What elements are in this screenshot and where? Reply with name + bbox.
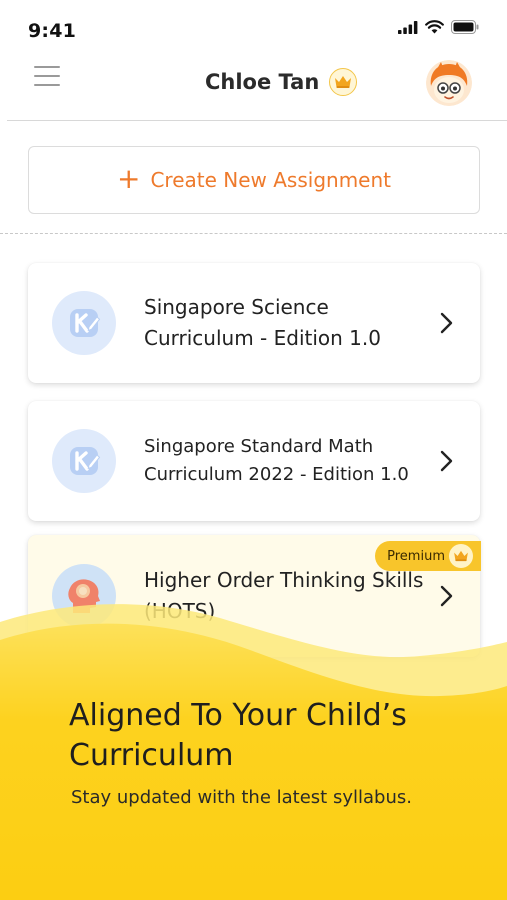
status-time: 9:41 — [28, 20, 77, 42]
chevron-right-icon — [440, 312, 453, 334]
koobits-logo-icon — [52, 291, 116, 355]
create-new-assignment-label: Create New Assignment — [150, 168, 391, 192]
koobits-logo-icon — [52, 429, 116, 493]
user-name: Chloe Tan — [205, 70, 320, 94]
wifi-icon — [425, 20, 444, 34]
crown-icon — [449, 544, 473, 568]
app-header: Chloe Tan — [0, 52, 507, 120]
status-bar: 9:41 — [0, 0, 507, 52]
curriculum-card-science[interactable]: Singapore Science Curriculum - Edition 1… — [28, 263, 480, 383]
crown-icon — [329, 68, 358, 96]
section-divider — [0, 233, 507, 234]
avatar-icon[interactable] — [426, 60, 472, 106]
curriculum-card-math[interactable]: Singapore Standard Math Curriculum 2022 … — [28, 401, 480, 521]
signal-icon — [398, 20, 418, 34]
create-new-assignment-button[interactable]: + Create New Assignment — [28, 146, 480, 214]
premium-label: Premium — [387, 548, 445, 564]
promo-subtitle: Stay updated with the latest syllabus. — [71, 787, 412, 808]
promo-title: Aligned To Your Child’s Curriculum — [69, 698, 407, 773]
hamburger-menu-icon[interactable] — [34, 66, 60, 86]
curriculum-title: Singapore Science Curriculum - Edition 1… — [144, 295, 381, 350]
user-identity: Chloe Tan — [205, 68, 358, 96]
status-icons — [398, 20, 479, 34]
plus-icon: + — [116, 162, 141, 195]
chevron-right-icon — [440, 450, 453, 472]
battery-icon — [451, 20, 479, 34]
header-divider — [7, 120, 507, 121]
curriculum-title: Singapore Standard Math Curriculum 2022 … — [144, 436, 409, 485]
